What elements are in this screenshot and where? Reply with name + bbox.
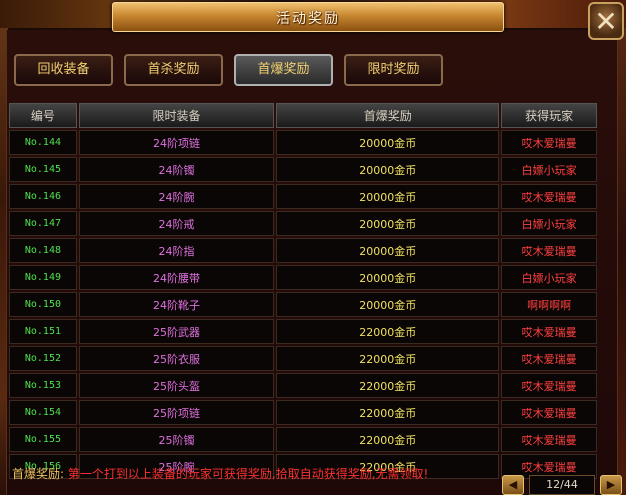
table-row: No.144 24阶项链 20000金币 哎木爱瑞曼: [9, 130, 597, 155]
row-equipment: 25阶镯: [78, 427, 275, 452]
row-player: 哎木爱瑞曼: [501, 427, 597, 452]
row-equipment: 25阶武器: [78, 319, 275, 344]
row-equipment: 25阶头盔: [78, 373, 275, 398]
frame-right-decoration: [618, 0, 626, 495]
row-reward: 22000金币: [276, 427, 500, 452]
row-player: 白嫖小玩家: [501, 211, 597, 236]
row-reward: 20000金币: [276, 157, 500, 182]
row-player: 白嫖小玩家: [501, 265, 597, 290]
tab-first-drop-reward[interactable]: 首爆奖励: [234, 54, 333, 86]
row-equipment: 24阶腰带: [78, 265, 275, 290]
row-id: No.144: [9, 130, 77, 155]
footer-label: 首爆奖励:: [12, 467, 65, 481]
row-player: 哎木爱瑞曼: [501, 346, 597, 371]
close-icon: ✕: [594, 5, 618, 38]
table-row: No.153 25阶头盔 22000金币 哎木爱瑞曼: [9, 373, 597, 398]
row-player: 哎木爱瑞曼: [501, 184, 597, 209]
row-equipment: 24阶镯: [78, 157, 275, 182]
row-id: No.149: [9, 265, 77, 290]
table-row: No.148 24阶指 20000金币 哎木爱瑞曼: [9, 238, 597, 263]
reward-table: 编号 限时装备 首爆奖励 获得玩家 No.144 24阶项链 20000金币 哎木爱瑞…: [7, 101, 599, 481]
table-row: No.146 24阶腕 20000金币 哎木爱瑞曼: [9, 184, 597, 209]
row-player: 哎木爱瑞曼: [501, 319, 597, 344]
prev-page-button[interactable]: ◀: [502, 475, 524, 495]
row-equipment: 25阶衣服: [78, 346, 275, 371]
row-equipment: 24阶指: [78, 238, 275, 263]
row-reward: 20000金币: [276, 184, 500, 209]
title-bar: 活动奖励: [112, 2, 504, 32]
header-id: 编号: [9, 103, 77, 128]
row-id: No.150: [9, 292, 77, 317]
row-id: No.151: [9, 319, 77, 344]
row-equipment: 24阶戒: [78, 211, 275, 236]
next-page-icon: ▶: [606, 478, 616, 491]
row-reward: 20000金币: [276, 211, 500, 236]
row-reward: 20000金币: [276, 265, 500, 290]
next-page-button[interactable]: ▶: [600, 475, 622, 495]
header-equipment: 限时装备: [78, 103, 275, 128]
table-row: No.149 24阶腰带 20000金币 白嫖小玩家: [9, 265, 597, 290]
footer-text: 第一个打到以上装备的玩家可获得奖励,拾取自动获得奖励,无需领取!: [67, 467, 429, 481]
row-reward: 22000金币: [276, 346, 500, 371]
table-row: No.155 25阶镯 22000金币 哎木爱瑞曼: [9, 427, 597, 452]
row-reward: 22000金币: [276, 319, 500, 344]
tab-recycle-equipment[interactable]: 回收装备: [14, 54, 113, 86]
row-reward: 20000金币: [276, 130, 500, 155]
row-id: No.152: [9, 346, 77, 371]
row-player: 哎木爱瑞曼: [501, 373, 597, 398]
table-row: No.145 24阶镯 20000金币 白嫖小玩家: [9, 157, 597, 182]
row-id: No.155: [9, 427, 77, 452]
row-player: 哎木爱瑞曼: [501, 400, 597, 425]
header-reward: 首爆奖励: [276, 103, 500, 128]
row-equipment: 25阶项链: [78, 400, 275, 425]
table-row: No.154 25阶项链 22000金币 哎木爱瑞曼: [9, 400, 597, 425]
row-id: No.147: [9, 211, 77, 236]
row-player: 白嫖小玩家: [501, 157, 597, 182]
row-player: 啊啊啊啊: [501, 292, 597, 317]
row-equipment: 24阶项链: [78, 130, 275, 155]
table-row: No.150 24阶靴子 20000金币 啊啊啊啊: [9, 292, 597, 317]
tab-first-kill-reward[interactable]: 首杀奖励: [124, 54, 223, 86]
row-reward: 22000金币: [276, 400, 500, 425]
prev-page-icon: ◀: [508, 478, 518, 491]
row-reward: 20000金币: [276, 292, 500, 317]
row-id: No.145: [9, 157, 77, 182]
row-reward: 20000金币: [276, 238, 500, 263]
close-button[interactable]: ✕: [588, 2, 624, 40]
table-row: No.152 25阶衣服 22000金币 哎木爱瑞曼: [9, 346, 597, 371]
row-player: 哎木爱瑞曼: [501, 130, 597, 155]
row-equipment: 24阶靴子: [78, 292, 275, 317]
table-row: No.151 25阶武器 22000金币 哎木爱瑞曼: [9, 319, 597, 344]
table-header-row: 编号 限时装备 首爆奖励 获得玩家: [9, 103, 597, 128]
row-id: No.148: [9, 238, 77, 263]
row-reward: 22000金币: [276, 373, 500, 398]
table-row: No.147 24阶戒 20000金币 白嫖小玩家: [9, 211, 597, 236]
tab-limited-time-reward[interactable]: 限时奖励: [344, 54, 443, 86]
row-id: No.154: [9, 400, 77, 425]
header-player: 获得玩家: [501, 103, 597, 128]
row-player: 哎木爱瑞曼: [501, 238, 597, 263]
footer-note: 首爆奖励: 第一个打到以上装备的玩家可获得奖励,拾取自动获得奖励,无需领取!: [12, 465, 428, 482]
row-id: No.153: [9, 373, 77, 398]
row-id: No.146: [9, 184, 77, 209]
page-indicator: 12/44: [529, 475, 595, 495]
window-title: 活动奖励: [276, 11, 340, 27]
row-equipment: 24阶腕: [78, 184, 275, 209]
